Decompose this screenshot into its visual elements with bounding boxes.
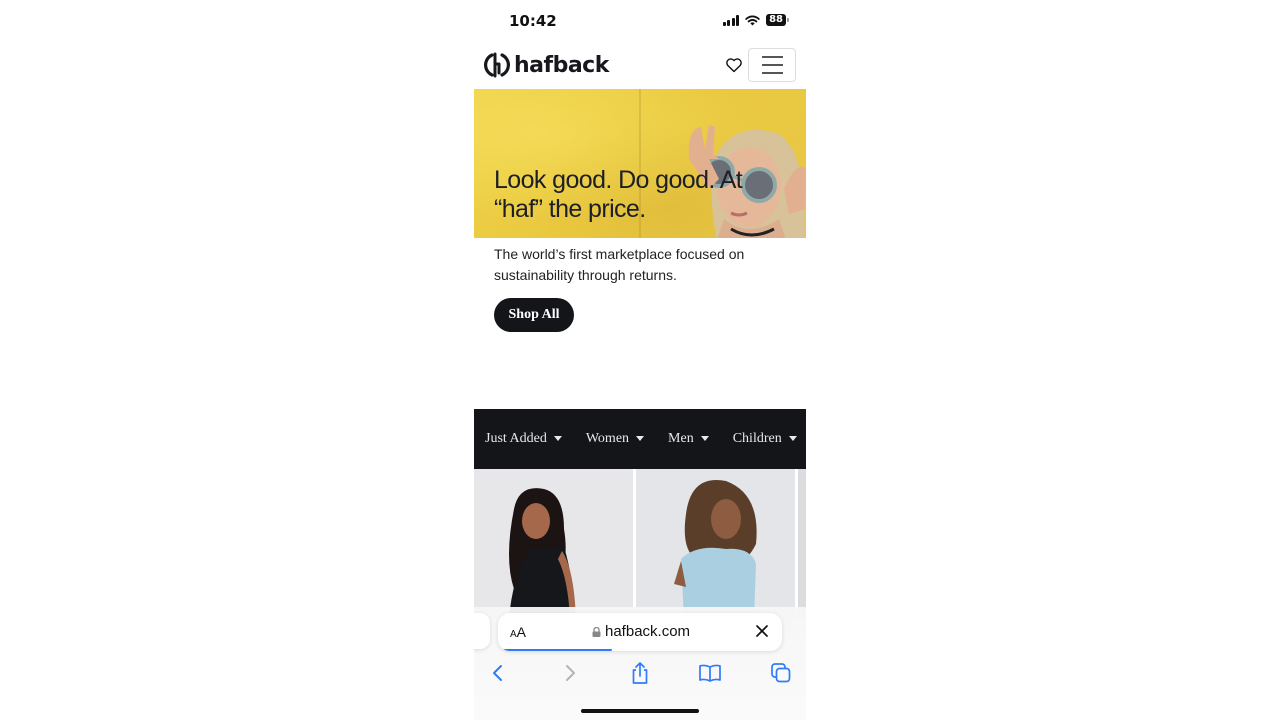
caret-down-icon (553, 435, 562, 441)
nav-item-men[interactable]: Men (668, 431, 709, 447)
page-load-progress-bar (498, 648, 612, 651)
back-icon (493, 665, 502, 681)
nav-item-just-added[interactable]: Just Added (485, 431, 562, 447)
forward-button[interactable] (556, 659, 584, 687)
nav-item-label: Just Added (485, 431, 547, 446)
nav-item-women[interactable]: Women (585, 431, 645, 447)
caret-down-icon (788, 435, 797, 441)
status-bar: 10:42 88 (474, 0, 806, 44)
lock-icon (592, 626, 601, 637)
nav-item-label: Women (585, 431, 630, 446)
previous-tab-peek[interactable] (474, 613, 490, 649)
brand-name: hafback (514, 52, 609, 78)
product-grid (474, 469, 806, 619)
status-time: 10:42 (509, 12, 557, 30)
url-field[interactable]: hafback.com (592, 623, 690, 640)
tabs-icon (771, 663, 791, 683)
hero-headline-line-1: Look good. Do good. At (494, 166, 743, 194)
bookmarks-button[interactable] (696, 659, 724, 687)
product-image-blue-top (636, 469, 795, 619)
tabs-button[interactable] (767, 659, 795, 687)
nav-item-label: Men (668, 431, 694, 446)
phone-screen: 10:42 88 hafback Look good. Do good. At … (474, 0, 806, 720)
product-image-black-dress (474, 469, 633, 619)
category-nav: Just Added Women Men Children (474, 409, 806, 469)
hamburger-menu-icon (761, 56, 783, 58)
caret-down-icon (700, 435, 709, 441)
browser-toolbar (474, 659, 806, 687)
hero-headline-line-2: “haf” the price. (494, 195, 646, 223)
hero-subtext: The world’s first marketplace focused on… (494, 246, 745, 283)
text-size-button[interactable]: AA (510, 624, 526, 640)
site-header: hafback (474, 44, 806, 90)
hero-headline: Look good. Do good. At “haf” the price. (494, 166, 794, 224)
logo[interactable]: hafback (484, 51, 609, 79)
nav-item-label: Children (732, 431, 782, 446)
cellular-signal-icon (722, 14, 740, 26)
battery-icon: 88 (766, 14, 789, 26)
share-button[interactable] (626, 659, 654, 687)
close-icon[interactable] (754, 623, 770, 639)
address-bar[interactable]: AA hafback.com (498, 613, 782, 651)
wifi-icon (745, 15, 760, 25)
logo-icon (484, 52, 510, 78)
share-icon (632, 662, 648, 684)
back-button[interactable] (484, 659, 512, 687)
hero-banner: Look good. Do good. At “haf” the price. (474, 89, 806, 238)
hamburger-menu-button[interactable] (748, 48, 796, 82)
home-indicator[interactable] (581, 709, 699, 713)
caret-down-icon (636, 435, 645, 441)
product-card-partial[interactable] (798, 469, 806, 619)
product-card[interactable] (474, 469, 633, 619)
browser-bottom-bar: AA hafback.com (474, 607, 806, 720)
forward-icon (566, 665, 575, 681)
product-card[interactable] (636, 469, 795, 619)
heart-icon[interactable] (725, 56, 743, 74)
shop-all-button[interactable]: Shop All (494, 298, 574, 332)
nav-item-children[interactable]: Children (733, 431, 797, 447)
status-icons: 88 (722, 14, 789, 26)
bookmarks-icon (699, 664, 721, 682)
url-text: hafback.com (605, 623, 691, 640)
